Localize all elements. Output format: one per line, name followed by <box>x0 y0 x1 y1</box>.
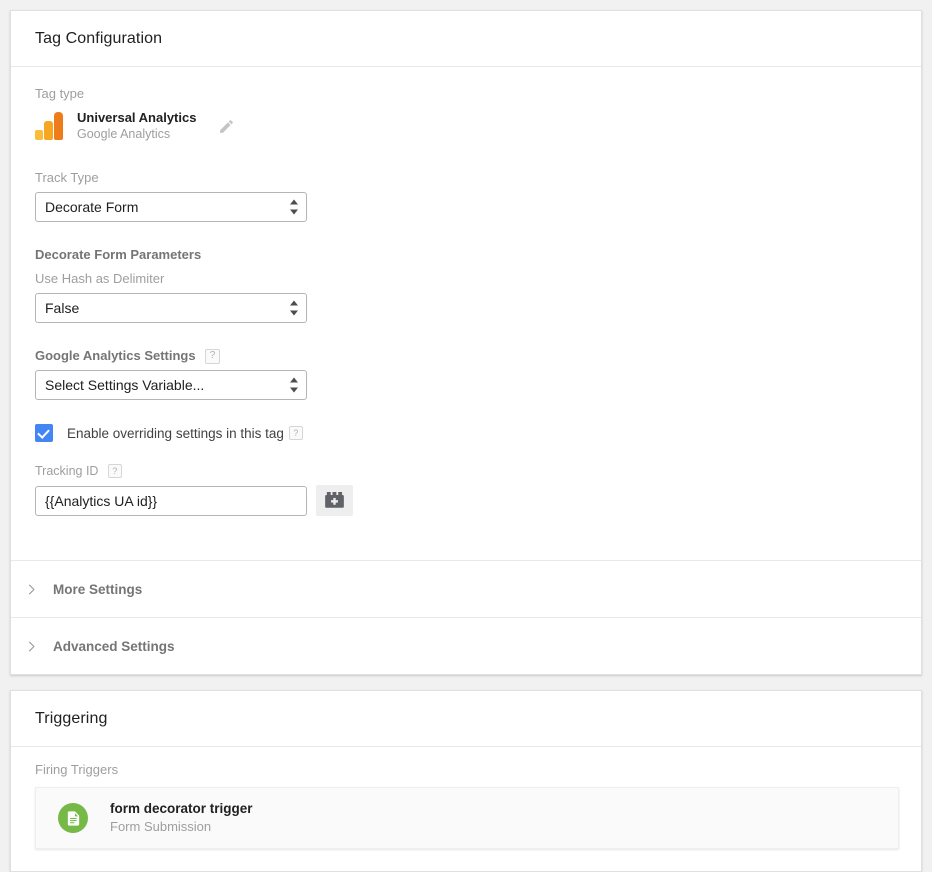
tag-type-row[interactable]: Universal Analytics Google Analytics <box>35 109 897 143</box>
trigger-text: form decorator trigger Form Submission <box>110 800 253 836</box>
help-icon[interactable]: ? <box>107 464 122 478</box>
tracking-id-label: Tracking ID <box>35 464 99 478</box>
track-type-select[interactable]: Decorate Form <box>35 192 307 222</box>
use-hash-as-delimiter-select[interactable]: False <box>35 293 307 323</box>
google-analytics-icon <box>35 112 65 140</box>
tracking-id-input[interactable] <box>35 485 307 516</box>
tag-type-label: Tag type <box>35 86 85 101</box>
advanced-settings-expander[interactable]: Advanced Settings <box>11 617 921 674</box>
form-document-icon <box>58 803 88 834</box>
more-settings-expander[interactable]: More Settings <box>11 560 921 617</box>
triggering-body: Firing Triggers form decorator trigger F… <box>11 747 921 871</box>
help-icon[interactable]: ? <box>288 426 303 441</box>
chevron-right-icon <box>19 583 43 596</box>
tracking-id-row <box>35 485 897 517</box>
advanced-settings-label: Advanced Settings <box>53 638 175 654</box>
google-analytics-settings-label-row: Google Analytics Settings ? <box>35 347 897 365</box>
use-hash-as-delimiter-select-wrap: False <box>35 293 307 323</box>
pencil-icon[interactable] <box>214 114 238 138</box>
tag-type-name: Universal Analytics <box>77 110 197 125</box>
tracking-id-label-row: Tracking ID ? <box>35 462 897 480</box>
chevron-right-icon <box>19 640 43 653</box>
enable-override-label: Enable overriding settings in this tag <box>67 425 284 441</box>
enable-override-row[interactable]: Enable overriding settings in this tag ? <box>35 424 897 443</box>
triggering-title: Triggering <box>35 709 108 727</box>
triggering-card: Triggering Firing Triggers form decorato… <box>10 690 922 872</box>
trigger-name: form decorator trigger <box>110 801 253 817</box>
triggering-header: Triggering <box>11 691 921 748</box>
variable-brick-icon[interactable] <box>316 485 353 517</box>
track-type-label: Track Type <box>35 170 99 185</box>
google-analytics-settings-label: Google Analytics Settings <box>35 348 196 363</box>
firing-triggers-label: Firing Triggers <box>35 762 119 778</box>
page-root: Tag Configuration Tag type Universal Ana… <box>0 0 932 872</box>
google-analytics-settings-select[interactable]: Select Settings Variable... <box>35 370 307 401</box>
tag-configuration-header: Tag Configuration <box>11 11 921 67</box>
more-settings-label: More Settings <box>53 581 143 597</box>
tag-type-text: Universal Analytics Google Analytics <box>77 109 196 143</box>
tag-configuration-body: Tag type Universal Analytics Google Anal… <box>11 67 921 560</box>
page-title: Tag Configuration <box>35 29 163 47</box>
enable-override-checkbox[interactable] <box>35 424 53 443</box>
trigger-type: Form Submission <box>110 819 212 835</box>
list-item[interactable]: form decorator trigger Form Submission <box>35 787 899 850</box>
track-type-select-wrap: Decorate Form <box>35 192 307 222</box>
tag-configuration-card: Tag Configuration Tag type Universal Ana… <box>10 10 922 676</box>
tag-type-vendor: Google Analytics <box>77 127 171 141</box>
help-icon[interactable]: ? <box>205 348 221 364</box>
use-hash-as-delimiter-label: Use Hash as Delimiter <box>35 271 165 286</box>
decorate-form-parameters-label: Decorate Form Parameters <box>35 247 202 262</box>
google-analytics-settings-select-wrap: Select Settings Variable... <box>35 370 307 401</box>
